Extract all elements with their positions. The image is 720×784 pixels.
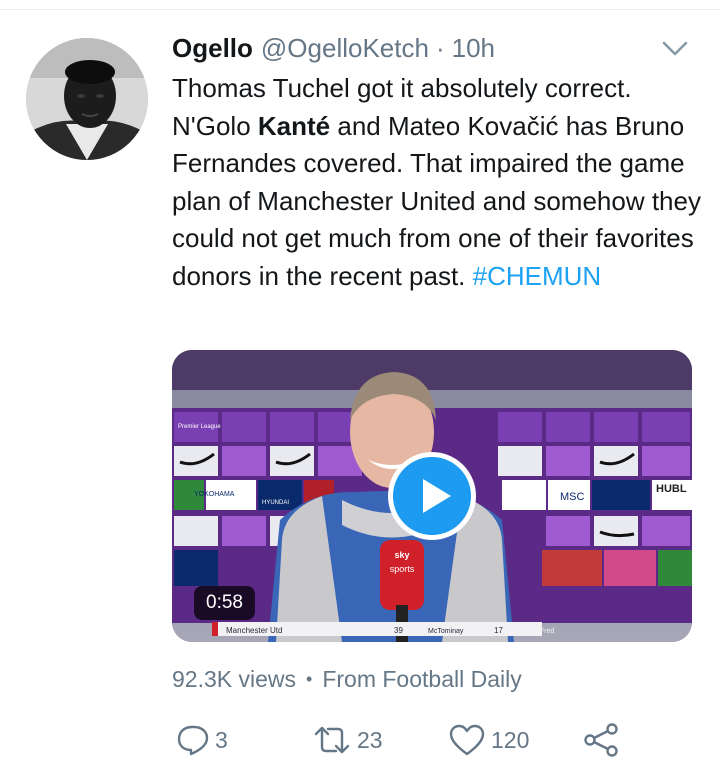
video-duration: 0:58 bbox=[194, 586, 255, 620]
like-count: 120 bbox=[491, 726, 530, 753]
display-name[interactable]: Ogello bbox=[172, 33, 253, 64]
retweet-button[interactable]: 23 bbox=[312, 720, 383, 760]
retweet-count: 23 bbox=[357, 726, 383, 753]
sponsor-yokohama: YOKOHAMA bbox=[194, 491, 235, 498]
user-handle[interactable]: @OgelloKetch bbox=[261, 33, 429, 64]
retweet-icon bbox=[314, 726, 350, 754]
reply-icon bbox=[177, 725, 209, 756]
tweet-time[interactable]: 10h bbox=[452, 33, 495, 64]
sky-label: sky bbox=[394, 550, 409, 560]
scoreboard-player: McTominay bbox=[428, 628, 464, 635]
avatar[interactable] bbox=[26, 38, 148, 160]
meta-separator: • bbox=[306, 668, 313, 689]
top-divider bbox=[0, 0, 720, 10]
tweet-text-bold: Kanté bbox=[257, 110, 331, 141]
tweet-meta: 92.3K views • From Football Daily bbox=[172, 662, 522, 696]
header-separator: · bbox=[435, 32, 445, 63]
reply-button[interactable]: 3 bbox=[176, 720, 228, 760]
sports-label: sports bbox=[390, 564, 415, 574]
view-count: 92.3K views bbox=[172, 665, 297, 692]
scoreboard-minute: 39 bbox=[394, 626, 403, 635]
sponsor-premier-league: Premier League bbox=[178, 424, 221, 430]
tweet-header: Ogello @OgelloKetch · 10h bbox=[172, 30, 495, 66]
tweet-text: Thomas Tuchel got it absolutely correct.… bbox=[172, 70, 702, 296]
source-link[interactable]: From Football Daily bbox=[322, 666, 521, 693]
heart-icon bbox=[449, 724, 485, 756]
play-icon bbox=[423, 479, 451, 513]
chevron-down-icon[interactable] bbox=[660, 36, 690, 60]
reply-count: 3 bbox=[215, 726, 228, 753]
sponsor-msc: MSC bbox=[560, 491, 585, 503]
scoreboard-number: 17 bbox=[494, 626, 503, 635]
scoreboard-team: Manchester Utd bbox=[226, 626, 282, 635]
avatar-photo bbox=[26, 38, 148, 160]
like-button[interactable]: 120 bbox=[448, 720, 529, 760]
hashtag-link[interactable]: #CHEMUN bbox=[473, 261, 602, 291]
scoreboard-strip: Manchester Utd 39 McTominay 17 Fred bbox=[212, 622, 555, 636]
sponsor-hyundai: HYUNDAI bbox=[262, 500, 289, 506]
sponsor-hublot: HUBL bbox=[656, 483, 687, 495]
share-icon bbox=[584, 723, 618, 757]
play-button[interactable] bbox=[388, 452, 476, 540]
share-button[interactable] bbox=[582, 720, 625, 760]
scoreboard-fred: Fred bbox=[540, 628, 555, 635]
